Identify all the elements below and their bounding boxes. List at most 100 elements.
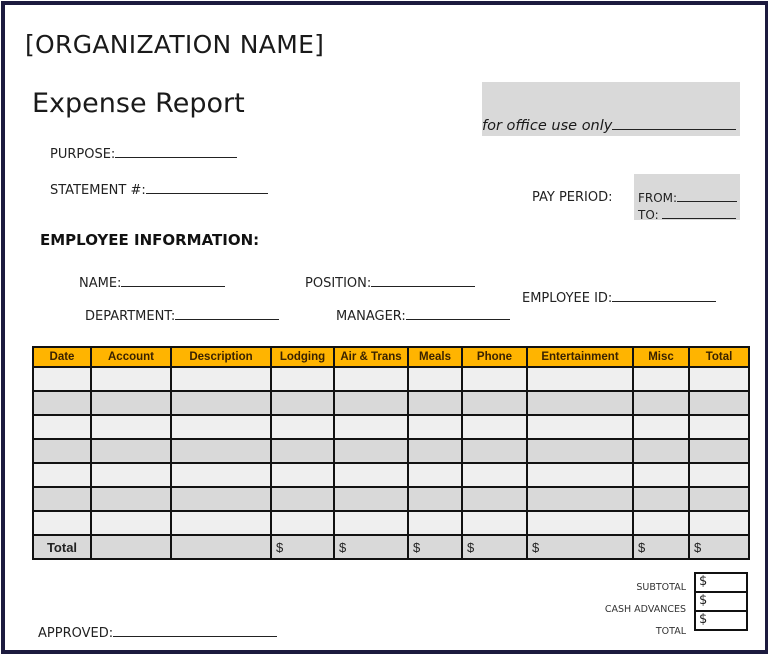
table-cell[interactable]	[32, 390, 92, 416]
table-cell[interactable]	[632, 510, 690, 536]
purpose-field[interactable]: PURPOSE:	[50, 145, 238, 162]
table-cell[interactable]	[461, 438, 528, 464]
table-cell[interactable]	[333, 438, 409, 464]
table-cell[interactable]	[32, 438, 92, 464]
table-cell[interactable]	[688, 486, 750, 512]
total-cell[interactable]: $	[461, 534, 528, 560]
column-header: Phone	[461, 346, 528, 368]
table-cell[interactable]	[270, 486, 335, 512]
employee-id-field[interactable]: EMPLOYEE ID:	[522, 289, 717, 306]
total-cell[interactable]: $	[333, 534, 409, 560]
table-cell[interactable]	[170, 390, 272, 416]
table-cell[interactable]	[461, 366, 528, 392]
table-cell[interactable]	[90, 390, 172, 416]
to-label: TO:	[638, 208, 659, 222]
table-cell[interactable]	[688, 462, 750, 488]
table-cell[interactable]	[333, 486, 409, 512]
subtotal-value[interactable]: $	[694, 572, 748, 593]
table-cell[interactable]	[407, 390, 463, 416]
employee-id-line	[612, 289, 717, 302]
table-cell[interactable]	[526, 438, 634, 464]
table-cell[interactable]	[32, 510, 92, 536]
table-cell[interactable]	[688, 510, 750, 536]
table-cell[interactable]	[170, 414, 272, 440]
table-cell[interactable]	[333, 366, 409, 392]
statement-field[interactable]: STATEMENT #:	[50, 181, 268, 198]
table-cell[interactable]	[333, 510, 409, 536]
table-cell[interactable]	[632, 438, 690, 464]
table-cell[interactable]	[407, 438, 463, 464]
table-cell[interactable]	[170, 486, 272, 512]
table-cell[interactable]	[90, 486, 172, 512]
table-cell[interactable]	[461, 414, 528, 440]
table-cell[interactable]	[461, 510, 528, 536]
table-cell[interactable]	[632, 366, 690, 392]
table-cell[interactable]	[32, 414, 92, 440]
table-cell[interactable]	[270, 462, 335, 488]
table-cell[interactable]	[170, 462, 272, 488]
total-cell[interactable]	[170, 534, 272, 560]
table-cell[interactable]	[632, 414, 690, 440]
table-cell[interactable]	[407, 366, 463, 392]
approved-field[interactable]: APPROVED:	[38, 624, 278, 641]
table-row	[32, 486, 750, 512]
table-cell[interactable]	[526, 462, 634, 488]
table-cell[interactable]	[333, 414, 409, 440]
table-cell[interactable]	[526, 390, 634, 416]
total-cell[interactable]: $	[632, 534, 690, 560]
table-cell[interactable]	[526, 366, 634, 392]
table-cell[interactable]	[270, 414, 335, 440]
table-cell[interactable]	[32, 462, 92, 488]
table-cell[interactable]	[90, 366, 172, 392]
table-cell[interactable]	[270, 390, 335, 416]
table-cell[interactable]	[90, 414, 172, 440]
employee-name-field[interactable]: NAME:	[79, 274, 226, 291]
total-value[interactable]: $	[694, 610, 748, 631]
table-cell[interactable]	[526, 510, 634, 536]
table-cell[interactable]	[461, 486, 528, 512]
table-cell[interactable]	[461, 462, 528, 488]
table-cell[interactable]	[632, 486, 690, 512]
total-cell[interactable]: $	[407, 534, 463, 560]
table-cell[interactable]	[688, 366, 750, 392]
department-field[interactable]: DEPARTMENT:	[85, 307, 280, 324]
table-cell[interactable]	[270, 366, 335, 392]
table-cell[interactable]	[526, 414, 634, 440]
table-cell[interactable]	[32, 366, 92, 392]
table-cell[interactable]	[170, 366, 272, 392]
table-cell[interactable]	[407, 414, 463, 440]
pay-period-from-field[interactable]: FROM:	[638, 189, 738, 205]
table-cell[interactable]	[32, 486, 92, 512]
table-cell[interactable]	[407, 486, 463, 512]
pay-period-to-field[interactable]: TO:	[638, 206, 737, 222]
total-cell[interactable]: $	[688, 534, 750, 560]
pay-period-label: PAY PERIOD:	[532, 190, 613, 205]
cash-advances-value[interactable]: $	[694, 591, 748, 612]
table-cell[interactable]	[90, 462, 172, 488]
office-use-field[interactable]: for office use only	[482, 117, 737, 134]
table-cell[interactable]	[333, 462, 409, 488]
total-cell[interactable]: $	[270, 534, 335, 560]
position-field[interactable]: POSITION:	[305, 274, 476, 291]
table-cell[interactable]	[461, 390, 528, 416]
total-cell[interactable]	[90, 534, 172, 560]
table-cell[interactable]	[170, 510, 272, 536]
table-cell[interactable]	[170, 438, 272, 464]
manager-line	[405, 307, 510, 320]
table-cell[interactable]	[270, 510, 335, 536]
table-cell[interactable]	[90, 438, 172, 464]
table-row	[32, 510, 750, 536]
table-cell[interactable]	[333, 390, 409, 416]
table-cell[interactable]	[270, 438, 335, 464]
table-cell[interactable]	[90, 510, 172, 536]
total-cell[interactable]: $	[526, 534, 634, 560]
table-cell[interactable]	[688, 414, 750, 440]
table-cell[interactable]	[632, 462, 690, 488]
table-cell[interactable]	[688, 390, 750, 416]
table-cell[interactable]	[407, 462, 463, 488]
table-cell[interactable]	[688, 438, 750, 464]
table-cell[interactable]	[526, 486, 634, 512]
table-cell[interactable]	[632, 390, 690, 416]
manager-field[interactable]: MANAGER:	[336, 307, 510, 324]
table-cell[interactable]	[407, 510, 463, 536]
